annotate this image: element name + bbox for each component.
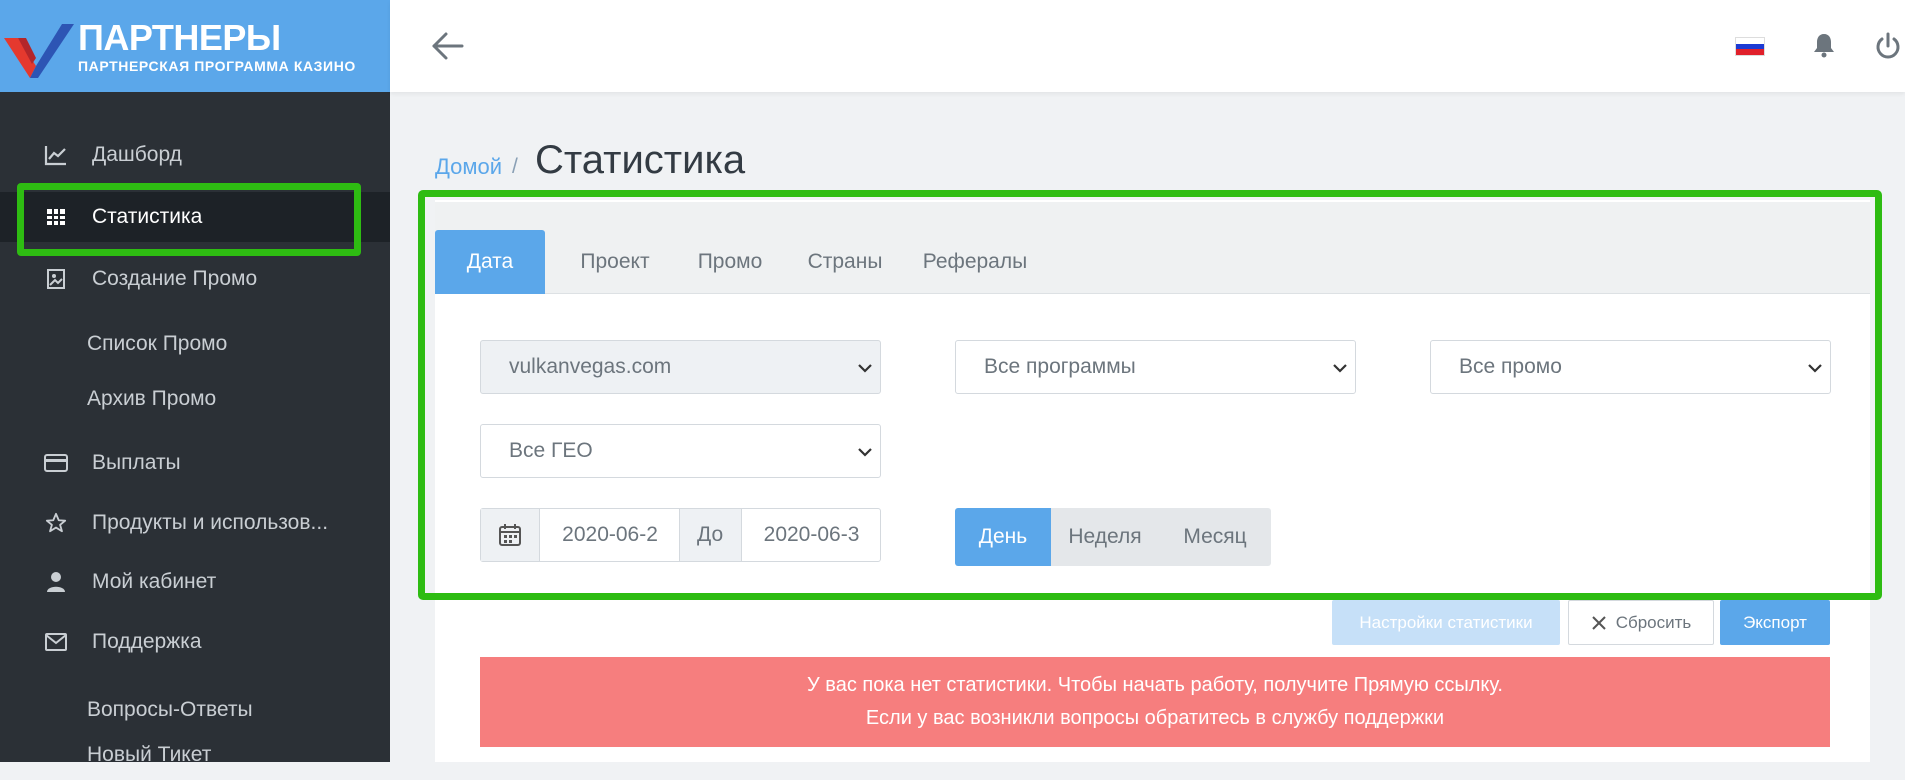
- sidebar-subitem-new-ticket[interactable]: Новый Тикет: [0, 730, 390, 780]
- sidebar-item-label: Архив Промо: [87, 387, 217, 410]
- top-bar: [390, 0, 1905, 92]
- logo-checkmark-icon: [4, 24, 74, 78]
- sidebar-item-label: Вопросы-Ответы: [87, 698, 253, 721]
- reset-button-label: Сбросить: [1615, 612, 1692, 632]
- bell-icon[interactable]: [1812, 32, 1836, 58]
- russia-flag-icon[interactable]: [1735, 37, 1765, 56]
- sidebar: ПАРТНЕРЫ ПАРТНЕРСКАЯ ПРОГРАММА КАЗИНО Да…: [0, 0, 390, 766]
- sidebar-item-label: Новый Тикет: [87, 743, 212, 766]
- sidebar-item-support[interactable]: Поддержка: [0, 617, 390, 667]
- chart-line-icon: [44, 143, 68, 167]
- breadcrumb-home-link[interactable]: Домой: [435, 154, 502, 180]
- close-icon: [1592, 615, 1606, 630]
- sidebar-item-label: Мой кабинет: [92, 570, 217, 593]
- arrow-left-icon[interactable]: [430, 28, 466, 64]
- sidebar-subitem-promo-archive[interactable]: Архив Промо: [0, 374, 390, 424]
- sidebar-item-label: Выплаты: [92, 451, 181, 474]
- power-icon[interactable]: [1874, 32, 1902, 60]
- credit-card-icon: [44, 451, 68, 475]
- sidebar-subitem-faq[interactable]: Вопросы-Ответы: [0, 685, 390, 735]
- image-icon: [44, 267, 68, 291]
- brand-subtitle: ПАРТНЕРСКАЯ ПРОГРАММА КАЗИНО: [78, 58, 356, 74]
- brand-title: ПАРТНЕРЫ: [78, 17, 281, 58]
- no-statistics-alert: У вас пока нет статистики. Чтобы начать …: [480, 657, 1830, 747]
- brand-header[interactable]: ПАРТНЕРЫ ПАРТНЕРСКАЯ ПРОГРАММА КАЗИНО: [0, 0, 390, 92]
- star-icon: [44, 511, 68, 535]
- alert-line-2: Если у вас возникли вопросы обратитесь в…: [865, 707, 1445, 729]
- highlight-box-filters: [418, 190, 1882, 600]
- page-title: Статистика: [535, 138, 746, 182]
- sidebar-item-label: Создание Промо: [92, 267, 258, 290]
- reset-button[interactable]: Сбросить: [1568, 600, 1714, 645]
- sidebar-item-my-cabinet[interactable]: Мой кабинет: [0, 557, 390, 607]
- sidebar-item-label: Поддержка: [92, 630, 202, 653]
- sidebar-item-label: Дашборд: [92, 143, 182, 166]
- sidebar-item-label: Список Промо: [87, 332, 228, 355]
- export-button[interactable]: Экспорт: [1720, 600, 1830, 645]
- highlight-box-sidebar: [17, 183, 361, 256]
- alert-line-1: У вас пока нет статистики. Чтобы начать …: [807, 674, 1503, 696]
- sidebar-item-dashboard[interactable]: Дашборд: [0, 130, 390, 180]
- sidebar-subitem-promo-list[interactable]: Список Промо: [0, 319, 390, 369]
- sidebar-item-payments[interactable]: Выплаты: [0, 438, 390, 488]
- envelope-icon: [44, 630, 68, 654]
- sidebar-item-create-promo[interactable]: Создание Промо: [0, 254, 390, 304]
- breadcrumb-separator: /: [512, 155, 518, 178]
- sidebar-item-products[interactable]: Продукты и использов...: [0, 498, 390, 548]
- user-icon: [44, 570, 68, 594]
- statistics-settings-button[interactable]: Настройки статистики: [1332, 600, 1560, 645]
- sidebar-item-label: Продукты и использов...: [92, 511, 329, 534]
